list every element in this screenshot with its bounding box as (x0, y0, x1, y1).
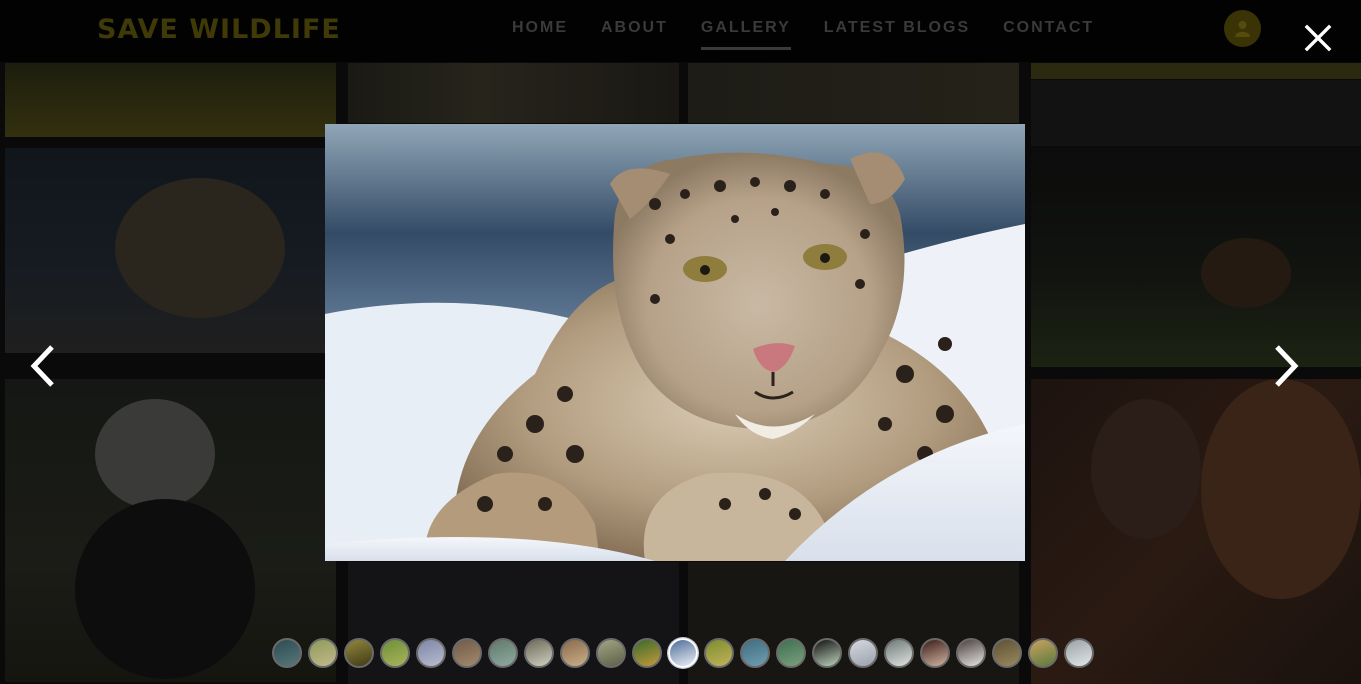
close-icon (1304, 24, 1332, 52)
thumbnail[interactable] (452, 638, 482, 668)
thumbnail[interactable] (380, 638, 410, 668)
thumbnail[interactable] (596, 638, 626, 668)
site-navbar: SAVE WILDLIFE HOME ABOUT GALLERY LATEST … (0, 0, 1361, 62)
thumbnail[interactable] (884, 638, 914, 668)
thumbnail[interactable] (848, 638, 878, 668)
site-brand[interactable]: SAVE WILDLIFE (97, 14, 341, 45)
thumbnail[interactable] (272, 638, 302, 668)
main-nav: HOME ABOUT GALLERY LATEST BLOGS CONTACT (512, 19, 1094, 50)
nav-gallery[interactable]: GALLERY (700, 19, 791, 50)
thumbnail[interactable] (704, 638, 734, 668)
gallery-tile (1031, 80, 1361, 146)
thumbnail[interactable] (1028, 638, 1058, 668)
gallery-tile (1031, 63, 1361, 79)
thumbnail[interactable] (812, 638, 842, 668)
gallery-lightbox-page: SAVE WILDLIFE HOME ABOUT GALLERY LATEST … (0, 0, 1361, 684)
nav-contact[interactable]: CONTACT (1003, 19, 1094, 50)
chevron-right-icon (1275, 345, 1299, 387)
thumbnail[interactable] (776, 638, 806, 668)
thumbnail[interactable] (524, 638, 554, 668)
thumbnail[interactable] (740, 638, 770, 668)
chevron-left-icon (30, 345, 54, 387)
thumbnail[interactable] (308, 638, 338, 668)
thumbnail[interactable] (416, 638, 446, 668)
thumbnail[interactable] (488, 638, 518, 668)
thumbnail[interactable] (992, 638, 1022, 668)
gallery-tile-panda (5, 379, 336, 682)
next-image-button[interactable] (1264, 343, 1308, 389)
thumbnail[interactable] (344, 638, 374, 668)
nav-home[interactable]: HOME (512, 19, 568, 50)
thumbnail[interactable] (560, 638, 590, 668)
lightbox-main-image (325, 124, 1025, 561)
user-icon (1235, 21, 1250, 37)
thumbnail[interactable] (956, 638, 986, 668)
nav-latest-blogs[interactable]: LATEST BLOGS (824, 19, 970, 50)
gallery-tile-snow-leopard (5, 148, 336, 353)
user-account-button[interactable] (1224, 10, 1261, 47)
thumbnail[interactable] (920, 638, 950, 668)
gallery-tile (348, 63, 679, 123)
gallery-tile (688, 63, 1019, 123)
thumbnail-strip (272, 638, 1094, 668)
thumbnail[interactable] (1064, 638, 1094, 668)
previous-image-button[interactable] (21, 343, 65, 389)
nav-about[interactable]: ABOUT (601, 19, 668, 50)
thumbnail[interactable] (632, 638, 662, 668)
close-lightbox-button[interactable] (1302, 22, 1334, 54)
snow-leopard-image (325, 124, 1025, 561)
thumbnail-active[interactable] (668, 638, 698, 668)
gallery-tile-deer (1031, 148, 1361, 367)
gallery-tile (5, 63, 336, 137)
